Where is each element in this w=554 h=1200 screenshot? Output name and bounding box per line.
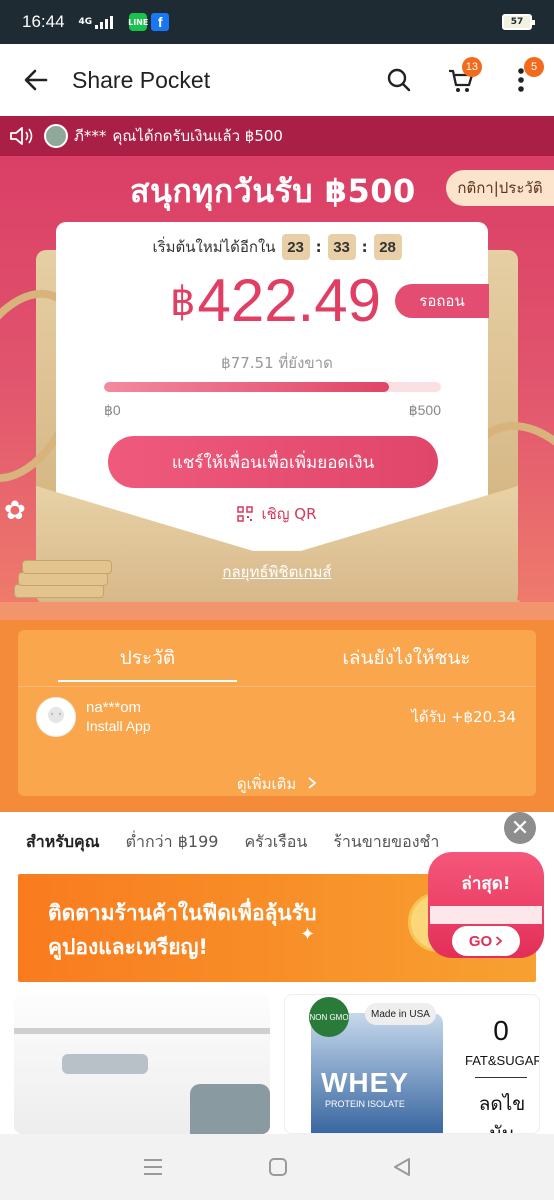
cart-badge: 13 — [461, 57, 482, 77]
product-image-rod — [14, 1028, 270, 1034]
countdown-timer: เริ่มต้นใหม่ได้อีกใน 23 : 33 : 28 — [0, 234, 554, 260]
progress-fill — [104, 382, 389, 392]
progress-max-label: ฿500 — [408, 402, 441, 418]
progress-min-label: ฿0 — [104, 402, 121, 418]
history-user: na***om Install App — [86, 699, 151, 735]
search-icon — [387, 68, 411, 92]
product-zero: 0 — [493, 1015, 509, 1046]
see-more-label: ดูเพิ่มเติม — [236, 775, 297, 793]
latest-title: ล่าสุด! — [461, 874, 511, 894]
history-user-name: na***om — [86, 699, 142, 716]
menu-badge: 5 — [524, 57, 544, 77]
tab-how-to-win[interactable]: เล่นยังไงให้ชนะ — [277, 630, 536, 686]
notification-ticker: ภี*** คุณได้กดรับเงินแล้ว ฿500 — [0, 116, 554, 156]
history-row: na***om Install App ได้รับ +฿20.34 — [18, 694, 536, 740]
page-title: Share Pocket — [72, 66, 211, 93]
product-divider — [475, 1077, 527, 1078]
progress-bar — [104, 382, 441, 392]
countdown-label: เริ่มต้นใหม่ได้อีกใน — [152, 238, 276, 256]
product-brand: WHEY — [321, 1067, 409, 1098]
default-avatar-icon — [48, 707, 64, 723]
facebook-app-icon: f — [151, 13, 170, 31]
banner-text: ติดตามร้านค้าในฟีดเพื่อลุ้นรับ คูปองและเ… — [48, 896, 316, 964]
back-triangle-icon[interactable] — [392, 1157, 412, 1177]
amount-currency: ฿ — [170, 280, 196, 324]
qr-label: เชิญ QR — [261, 505, 317, 523]
latest-go-button[interactable]: GO — [452, 926, 520, 956]
ticker-text: คุณได้กดรับเงินแล้ว ฿500 — [112, 127, 283, 145]
network-type: 4G — [78, 17, 93, 27]
chevron-right-icon — [308, 777, 317, 789]
ticker-user: ภี*** — [74, 127, 107, 145]
more-menu-button[interactable]: 5 — [496, 44, 546, 116]
promo-headline: สนุกทุกวันรับ ฿500 — [130, 172, 416, 210]
product-card[interactable]: NON GMO Made in USA WHEY PROTEIN ISOLATE… — [284, 994, 540, 1134]
invite-qr-link[interactable]: เชิญ QR — [0, 502, 554, 526]
back-button[interactable] — [0, 44, 72, 116]
history-reward: ได้รับ +฿20.34 — [411, 708, 516, 726]
recent-apps-icon[interactable] — [142, 1158, 164, 1176]
qr-code-icon — [237, 506, 254, 522]
history-divider — [18, 686, 536, 687]
home-icon[interactable] — [268, 1157, 288, 1177]
back-arrow-icon — [24, 69, 48, 91]
system-nav-bar — [0, 1134, 554, 1200]
latest-flower-strip — [430, 906, 542, 924]
latest-go-label: GO — [468, 932, 493, 950]
tab-for-you[interactable]: สำหรับคุณ — [26, 830, 100, 855]
reward-amount: ฿422.49 — [170, 266, 381, 335]
signal-icon — [95, 15, 114, 29]
app-header: Share Pocket 13 5 — [0, 44, 554, 116]
battery-icon: 57 — [502, 14, 535, 30]
countdown-seconds: 28 — [373, 234, 402, 260]
share-to-friends-button[interactable]: แชร์ให้เพื่อนเพื่อเพิ่มยอดเงิน — [108, 436, 438, 488]
game-strategy-link[interactable]: กลยุทธ์พิชิตเกมส์ — [0, 560, 554, 584]
product-card[interactable] — [14, 994, 270, 1134]
amount-value: 422.49 — [197, 267, 381, 334]
tab-household[interactable]: ครัวเรือน — [244, 830, 307, 855]
remaining-amount: ฿77.51 ที่ยังขาด — [221, 354, 333, 372]
history-card: ประวัติ เล่นยังไงให้ชนะ na***om Install … — [18, 630, 536, 796]
product-image-cloth — [190, 1084, 270, 1134]
banner-line-2: คูปองและเหรียญ! — [48, 935, 209, 959]
banner-line-1: ติดตามร้านค้าในฟีดเพื่อลุ้นรับ — [48, 901, 317, 925]
line-app-icon: LINE — [128, 13, 148, 31]
chevron-right-icon — [496, 936, 503, 946]
battery-level: 57 — [510, 17, 524, 27]
rules-history-button[interactable]: กติกา|ประวัติ — [446, 170, 554, 206]
product-claim: ลดไขมัน — [478, 1093, 526, 1134]
product-subtitle: PROTEIN ISOLATE — [325, 1099, 405, 1109]
status-bar: 16:44 4G LINE f 57 — [0, 0, 554, 44]
made-in-usa-badge: Made in USA — [365, 1003, 436, 1025]
ticker-avatar — [44, 124, 68, 148]
product-fat-sugar: FAT&SUGAR — [465, 1053, 540, 1068]
ground-strip — [0, 602, 554, 620]
sparkle-icon: ✦ — [300, 924, 316, 945]
non-gmo-badge: NON GMO — [309, 997, 349, 1037]
history-section: ประวัติ เล่นยังไงให้ชนะ na***om Install … — [0, 620, 554, 812]
search-button[interactable] — [374, 44, 424, 116]
history-user-action: Install App — [86, 718, 151, 734]
latest-floating-badge[interactable]: ล่าสุด! GO — [426, 846, 546, 962]
pending-withdraw-badge: รอถอน — [395, 284, 489, 318]
product-image-hanger — [62, 1054, 148, 1074]
tab-grocery[interactable]: ร้านขายของชำ — [333, 830, 439, 855]
promo-area: ภี*** คุณได้กดรับเงินแล้ว ฿500 สนุกทุกวั… — [0, 116, 554, 620]
cart-button[interactable]: 13 — [436, 44, 486, 116]
see-more-link[interactable]: ดูเพิ่มเติม — [18, 772, 536, 796]
countdown-minutes: 33 — [327, 234, 356, 260]
speaker-icon — [10, 127, 33, 145]
tab-history[interactable]: ประวัติ — [18, 630, 277, 686]
close-latest-button[interactable]: ✕ — [504, 812, 536, 844]
tab-under-199[interactable]: ต่ำกว่า ฿199 — [126, 830, 219, 855]
status-time: 16:44 — [22, 12, 65, 31]
user-avatar — [36, 697, 76, 737]
history-tabs: ประวัติ เล่นยังไงให้ชนะ — [18, 630, 536, 686]
countdown-hours: 23 — [281, 234, 310, 260]
